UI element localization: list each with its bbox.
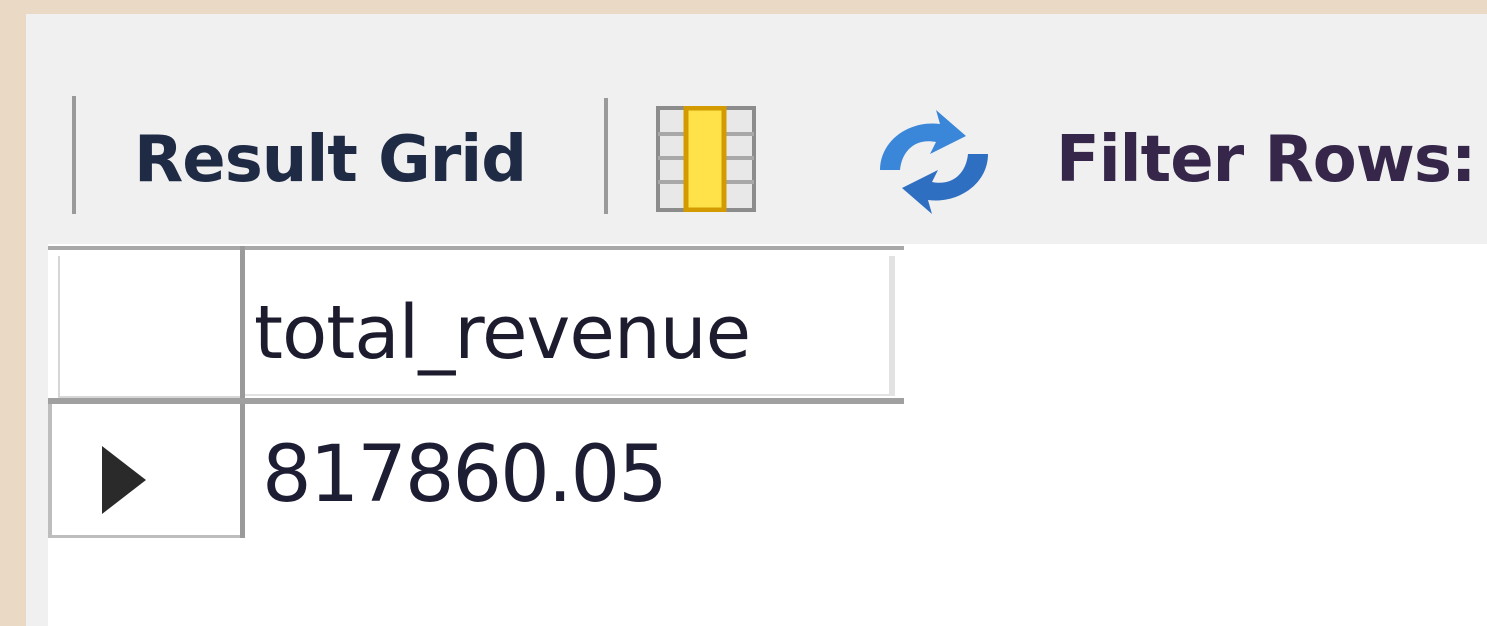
toolbar-separator (604, 98, 608, 214)
grid-corner-cell[interactable] (58, 256, 244, 398)
toolbar-separator (72, 96, 76, 214)
row-header-divider (240, 246, 245, 538)
refresh-icon[interactable] (870, 110, 998, 214)
filter-rows-label: Filter Rows: (1056, 123, 1476, 197)
current-row-arrow-icon (102, 446, 146, 514)
result-grid-tab[interactable]: Result Grid (134, 128, 527, 192)
column-header-label: total_revenue (254, 290, 751, 376)
table-cell[interactable]: 817860.05 (262, 436, 668, 514)
grid-column-icon[interactable] (656, 105, 756, 213)
